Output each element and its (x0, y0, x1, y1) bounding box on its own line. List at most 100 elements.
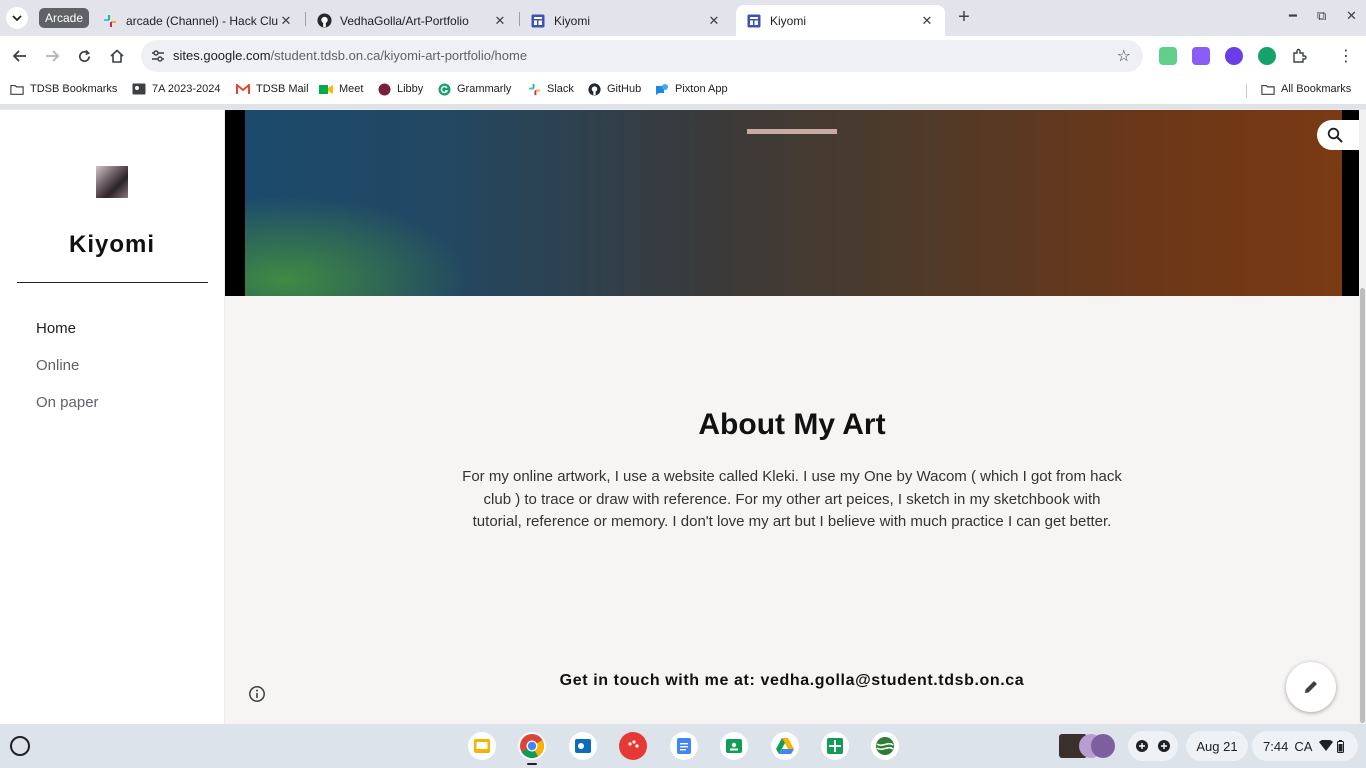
search-icon (1327, 127, 1343, 143)
arrow-left-icon (12, 50, 26, 62)
new-tab-button[interactable]: + (954, 7, 974, 28)
bookmark-item[interactable]: Meet (319, 82, 363, 96)
tab-title: VedhaGolla/Art-Portfolio (340, 13, 469, 28)
tab-title: Kiyomi (554, 13, 591, 28)
screen-capture-tray[interactable] (1128, 731, 1178, 761)
bookmark-item[interactable]: TDSB Mail (236, 82, 309, 96)
url-text: sites.google.com/student.tdsb.on.ca/kiyo… (173, 48, 527, 63)
active-app-indicator (527, 763, 537, 765)
bookmark-label: TDSB Mail (256, 83, 309, 95)
date-tray[interactable]: Aug 21 (1186, 731, 1248, 761)
outlook-app-icon[interactable] (569, 732, 597, 760)
bookmark-item[interactable]: Grammarly (437, 82, 511, 96)
bookmark-label: GitHub (607, 83, 642, 95)
bookmark-star-icon[interactable]: ☆ (1117, 46, 1131, 66)
launcher-button[interactable] (10, 736, 30, 756)
close-window-icon[interactable]: ✕ (1346, 8, 1357, 24)
classroom-app-icon[interactable] (720, 732, 748, 760)
browser-toolbar: sites.google.com/student.tdsb.on.ca/kiyo… (0, 36, 1366, 76)
tab-hack-club[interactable]: arcade (Channel) - Hack Club - ✕ (92, 5, 304, 36)
extension-purple-icon[interactable] (1192, 47, 1210, 65)
tab-group-label[interactable]: Arcade (39, 8, 90, 28)
bookmark-item[interactable]: 7A 2023-2024 (132, 82, 221, 96)
web-page: Kiyomi Home Online On paper About My Art… (0, 109, 1366, 724)
meet-icon (319, 82, 333, 96)
site-title[interactable]: Kiyomi (0, 231, 224, 259)
minimize-icon[interactable]: ━ (1289, 8, 1297, 24)
bookmark-item[interactable]: Slack (527, 82, 574, 96)
bookmark-label: TDSB Bookmarks (30, 83, 118, 95)
close-icon[interactable]: ✕ (278, 13, 294, 29)
bookmarks-separator (1246, 84, 1247, 98)
all-bookmarks-button[interactable]: All Bookmarks (1261, 82, 1351, 96)
clock-time: 7:44 (1263, 738, 1289, 754)
pixton-icon (655, 82, 669, 96)
kebab-menu-icon: ⋮ (1338, 48, 1354, 65)
tab-kiyomi-active[interactable]: Kiyomi ✕ (736, 5, 945, 36)
bookmark-folder[interactable]: TDSB Bookmarks (10, 82, 117, 96)
region-label: CA (1294, 738, 1313, 754)
google-sites-icon (530, 13, 546, 29)
slack-icon (527, 82, 541, 96)
chevron-down-icon (12, 15, 22, 22)
puzzle-icon (1293, 48, 1307, 63)
status-tray[interactable]: 7:44 CA (1252, 731, 1358, 761)
extension-k-icon[interactable] (1225, 47, 1243, 65)
restore-icon[interactable]: ⧉ (1317, 8, 1326, 24)
site-search-button[interactable] (1317, 120, 1361, 150)
nav-item-home[interactable]: Home (36, 320, 76, 337)
edit-button[interactable] (1286, 662, 1336, 712)
drive-app-icon[interactable] (771, 732, 799, 760)
slides-app-icon[interactable] (468, 732, 496, 760)
globe-app-icon[interactable] (871, 732, 899, 760)
tab-title: Kiyomi (770, 13, 807, 28)
docs-app-icon[interactable] (670, 732, 698, 760)
extension-green-icon[interactable] (1159, 47, 1177, 65)
bookmark-label: Slack (547, 83, 574, 95)
close-icon[interactable]: ✕ (492, 13, 508, 29)
banner-image (245, 110, 1342, 296)
banner-title-bar (747, 129, 837, 134)
google-sites-icon (746, 13, 762, 29)
site-logo-image[interactable] (96, 166, 128, 198)
arrow-right-icon (46, 50, 60, 62)
sheets-app-icon[interactable] (821, 732, 849, 760)
address-bar[interactable]: sites.google.com/student.tdsb.on.ca/kiyo… (141, 40, 1143, 72)
info-icon[interactable] (248, 685, 266, 703)
tab-search-button[interactable] (6, 7, 28, 29)
back-button[interactable] (8, 44, 32, 68)
grammarly-icon (437, 82, 451, 96)
tote-holding-space[interactable] (1053, 731, 1119, 761)
reload-icon (78, 49, 90, 62)
grammarly-extension-icon[interactable] (1258, 47, 1276, 65)
wifi-icon (1319, 740, 1334, 751)
id-card-icon (132, 82, 146, 96)
close-icon[interactable]: ✕ (706, 13, 722, 29)
nav-item-online[interactable]: Online (36, 357, 79, 374)
bookmark-item[interactable]: GitHub (587, 82, 641, 96)
page-scrollbar[interactable] (1359, 110, 1366, 724)
home-button[interactable] (105, 44, 129, 68)
site-settings-icon[interactable] (149, 47, 167, 65)
reload-button[interactable] (72, 44, 96, 68)
bookmarks-bar: TDSB Bookmarks 7A 2023-2024 TDSB Mail Me… (0, 76, 1366, 104)
all-bookmarks-label: All Bookmarks (1281, 83, 1352, 95)
about-heading: About My Art (698, 408, 886, 441)
extensions-button[interactable] (1287, 44, 1311, 68)
bookmark-item[interactable]: Pixton App (655, 82, 728, 96)
header-banner (225, 110, 1359, 296)
url-path: /student.tdsb.on.ca/kiyomi-art-portfolio… (270, 48, 528, 63)
close-icon[interactable]: ✕ (919, 13, 935, 29)
contact-line: Get in touch with me at: vedha.golla@stu… (559, 672, 1025, 689)
paint-app-icon[interactable] (619, 732, 647, 760)
tab-kiyomi[interactable]: Kiyomi ✕ (520, 5, 732, 36)
scrollbar-thumb[interactable] (1360, 288, 1365, 723)
forward-button[interactable] (40, 44, 64, 68)
battery-icon (1337, 739, 1345, 753)
bookmark-item[interactable]: Libby (377, 82, 423, 96)
capture-icons (1136, 740, 1170, 752)
browser-menu-button[interactable]: ⋮ (1334, 44, 1358, 68)
nav-item-on-paper[interactable]: On paper (36, 394, 99, 411)
tab-github[interactable]: VedhaGolla/Art-Portfolio ✕ (306, 5, 518, 36)
chrome-app-icon[interactable] (518, 732, 546, 760)
